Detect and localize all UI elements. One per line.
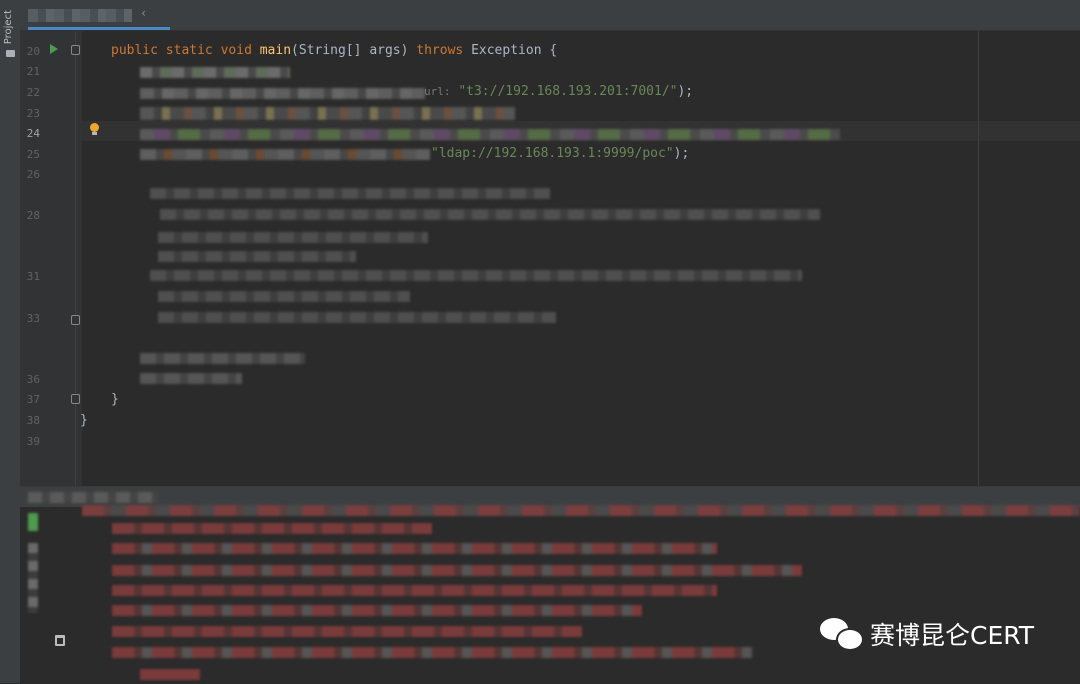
code-editor[interactable]: 20 21 22 23 24 25 26 28 31 33 36 37 38 3… (20, 31, 1080, 486)
editor-tab-bar: ‹ (20, 0, 1080, 31)
line-number: 38 (26, 414, 40, 427)
statement-end: ); (677, 84, 694, 99)
line-number: 21 (26, 65, 40, 78)
fold-icon[interactable] (71, 315, 80, 325)
trash-icon[interactable] (55, 635, 65, 646)
console-header (20, 487, 1080, 507)
redacted-code (158, 232, 428, 243)
editor-tab[interactable]: ‹ (28, 6, 170, 30)
right-margin-guide (978, 31, 979, 486)
redacted-code (160, 209, 820, 220)
redacted-code (140, 129, 840, 140)
console-output-redacted (140, 669, 200, 680)
active-tab-indicator (28, 27, 170, 30)
redacted-code (140, 149, 430, 160)
lightbulb-base (92, 132, 97, 135)
tab-close-icon[interactable]: ‹ (140, 6, 147, 20)
line-number: 33 (26, 312, 40, 325)
project-tool-window-label[interactable]: Project (3, 10, 14, 44)
redacted-code (140, 107, 515, 120)
run-icon[interactable] (50, 44, 58, 54)
redacted-code (140, 353, 305, 364)
redacted-console-title (28, 492, 158, 503)
console-output-redacted (112, 523, 432, 534)
line-number: 31 (26, 270, 40, 283)
code-line-url: url: "t3://192.168.193.201:7001/"); (424, 84, 693, 99)
redacted-code (158, 291, 410, 302)
method-name: main (259, 43, 292, 58)
redacted-code (140, 67, 290, 78)
redacted-code (158, 312, 556, 323)
line-number: 22 (26, 86, 40, 99)
code-line-close-method: } (111, 392, 119, 407)
code-line-close-class: } (80, 413, 88, 428)
rerun-icon[interactable] (28, 513, 38, 531)
line-number-current: 24 (26, 127, 40, 140)
string-literal: "t3://192.168.193.201:7001/" (458, 84, 678, 99)
redacted-code (150, 188, 550, 199)
console-output-redacted (112, 565, 802, 576)
console-output-redacted (112, 543, 717, 554)
string-literal: "ldap://192.168.193.1:9999/poc" (431, 146, 674, 161)
tab-title-redacted (28, 9, 132, 22)
line-number: 23 (26, 107, 40, 120)
line-number: 37 (26, 393, 40, 406)
console-output-redacted (112, 647, 752, 658)
console-output-redacted (112, 585, 717, 596)
console-output-redacted (112, 626, 582, 637)
redacted-code (150, 270, 802, 281)
keyword: void (220, 43, 252, 58)
fold-icon[interactable] (71, 394, 80, 404)
keyword: public (111, 43, 158, 58)
redacted-code (140, 373, 242, 384)
exception-type: Exception { (463, 43, 558, 58)
redacted-code (140, 88, 425, 99)
method-params: (String[] args) (291, 43, 417, 58)
line-number: 20 (26, 45, 40, 58)
console-toolbar-icons[interactable] (28, 543, 38, 613)
wechat-bubble-small (836, 628, 864, 651)
fold-icon[interactable] (71, 45, 80, 55)
fold-guide (75, 31, 76, 486)
console-output-redacted (112, 605, 642, 616)
line-number: 39 (26, 435, 40, 448)
line-number: 28 (26, 209, 40, 222)
code-line-ldap: "ldap://192.168.193.1:9999/poc"); (431, 146, 689, 161)
project-sidebar: Project (0, 0, 21, 683)
keyword: throws (416, 43, 464, 58)
code-line-main: public static void main(String[] args) t… (111, 43, 557, 58)
watermark-text: 赛博昆仑CERT (870, 621, 1035, 650)
statement-end: ); (673, 146, 690, 161)
wechat-watermark: 赛博昆仑CERT (820, 612, 1034, 656)
lightbulb-icon[interactable] (90, 123, 99, 132)
wechat-icon (820, 616, 864, 652)
line-number: 36 (26, 373, 40, 386)
console-output-redacted (82, 505, 1080, 516)
folder-icon[interactable] (6, 50, 15, 57)
redacted-code (158, 251, 356, 262)
parameter-hint: url: (424, 85, 451, 98)
line-number: 26 (26, 168, 40, 181)
line-number: 25 (26, 148, 40, 161)
keyword: static (165, 43, 213, 58)
